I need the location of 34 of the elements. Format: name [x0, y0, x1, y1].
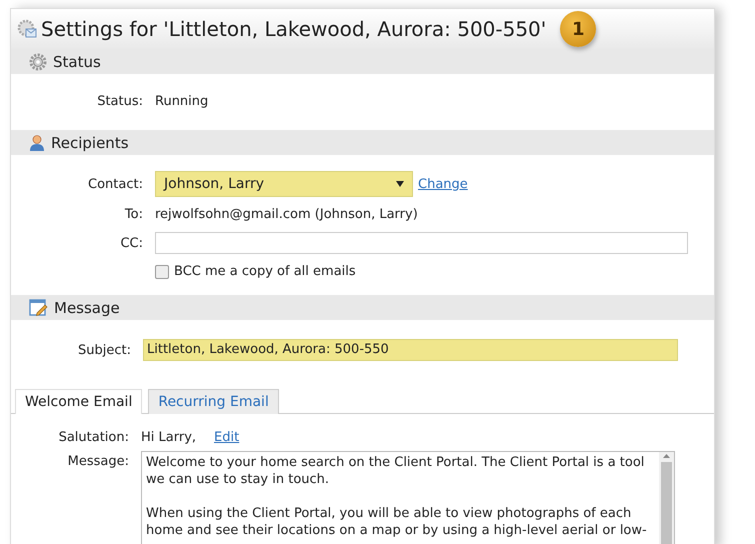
change-link[interactable]: Change [418, 176, 468, 192]
scroll-up-icon[interactable] [662, 452, 671, 460]
page-title: Settings for 'Littleton, Lakewood, Aurora: 500-550' [41, 17, 546, 41]
dropdown-caret-icon [396, 181, 404, 187]
section-title: Message [54, 298, 120, 316]
section-title: Recipients [51, 134, 129, 152]
tab[interactable]: Recurring Email [148, 389, 279, 414]
step-badge: 1 [560, 11, 596, 47]
field-label: Status: [96, 94, 143, 109]
checkbox-label: BCC me a copy of all emails [174, 264, 356, 279]
cc-field[interactable] [155, 232, 688, 254]
gear-envelope-icon [17, 19, 37, 39]
field-label: CC: [119, 236, 143, 250]
salutation-value: Hi Larry, [141, 430, 196, 445]
tab[interactable]: Welcome Email [15, 389, 142, 414]
message-paragraph: Welcome to your home search on the Client Portal. The Client Portal is a tool we can use to stay in touch. [146, 454, 646, 488]
message-field[interactable] [141, 451, 675, 544]
gear-icon [29, 52, 47, 70]
field-label: To: [124, 207, 143, 222]
note-pencil-icon [29, 298, 48, 316]
message-paragraph: When using the Client Portal, you will be able to view photographs of each home and see their locations on a map or by using a high-level aerial or low- [146, 505, 648, 539]
field-label: Subject: [77, 342, 131, 358]
recipient-email: rejwolfsohn@gmail.com (Johnson, Larry) [155, 207, 419, 222]
section-title: Status [53, 52, 101, 70]
edit-link[interactable]: Edit [214, 430, 240, 445]
field-label: Message: [66, 453, 129, 469]
contact-dropdown[interactable]: Johnson, Larry [155, 171, 413, 197]
field-label: Salutation: [58, 430, 129, 445]
status-value: Running [155, 94, 210, 109]
checkbox[interactable] [155, 264, 169, 278]
field-label: Contact: [87, 176, 143, 192]
scrollbar[interactable] [659, 452, 674, 544]
subject-field[interactable]: Littleton, Lakewood, Aurora: 500-550 [143, 339, 678, 361]
person-icon [29, 134, 45, 152]
